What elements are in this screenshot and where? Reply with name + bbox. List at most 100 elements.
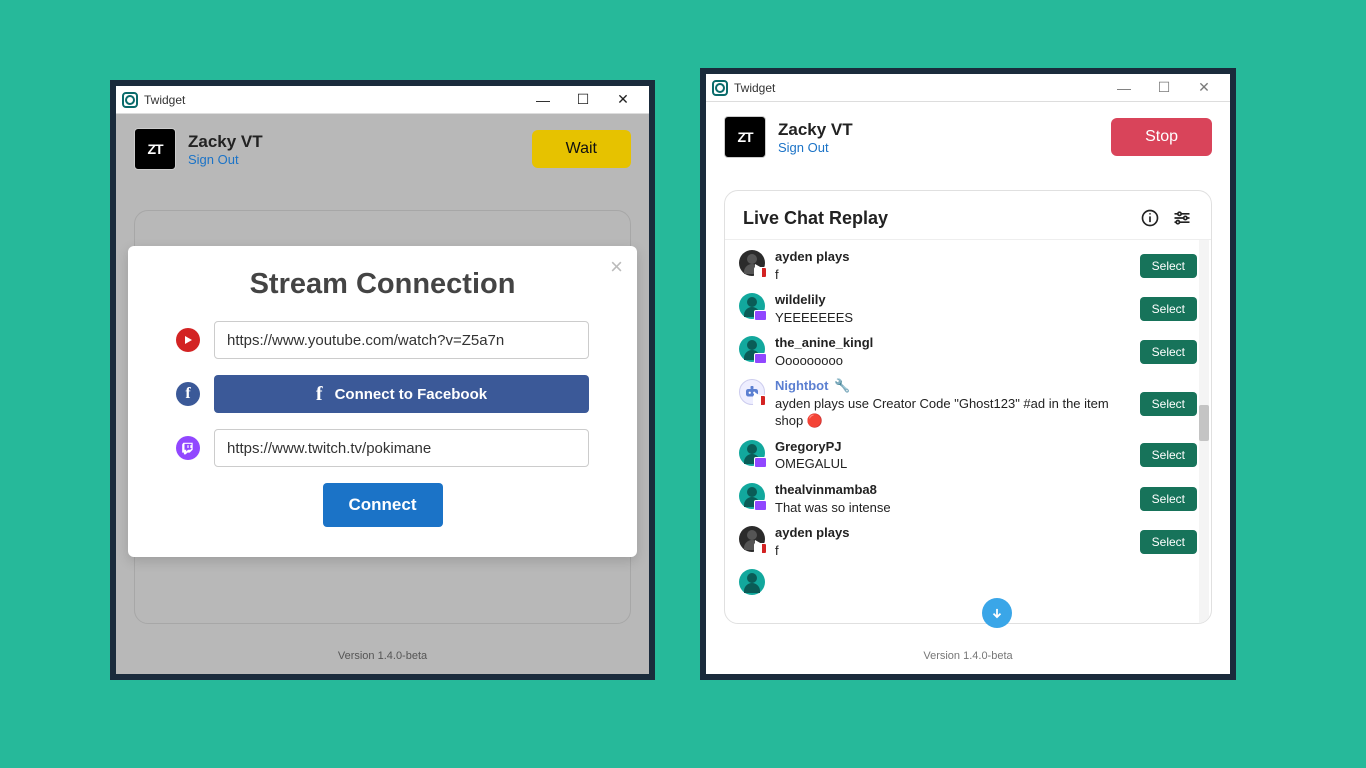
youtube-url-input[interactable] [214, 321, 589, 359]
select-button[interactable]: Select [1140, 297, 1197, 321]
modal-title: Stream Connection [176, 268, 589, 301]
twitch-icon [176, 436, 200, 460]
facebook-icon: f [176, 382, 200, 406]
chat-avatar [739, 336, 765, 362]
select-button[interactable]: Select [1140, 443, 1197, 467]
chat-list[interactable]: ayden playsfSelectwildelilyYEEEEEEESSele… [725, 239, 1211, 623]
chat-username: ayden plays [775, 248, 1134, 266]
chat-title: Live Chat Replay [743, 208, 1129, 229]
twitch-badge-icon [754, 353, 767, 364]
youtube-badge-icon [754, 543, 767, 554]
chat-row: Nightbot 🔧ayden plays use Creator Code "… [725, 373, 1211, 434]
app-window-left: Twidget — ☐ ✕ ZT Zacky VT Sign Out Wait … [110, 80, 655, 680]
facebook-row: f f Connect to Facebook [176, 375, 589, 413]
chat-avatar [739, 379, 765, 405]
chat-row: ayden playsfSelect [725, 520, 1211, 563]
titlebar: Twidget — ☐ ✕ [706, 74, 1230, 102]
chat-body: wildelilyYEEEEEEES [775, 291, 1140, 326]
chat-avatar [739, 526, 765, 552]
chat-body: ayden playsf [775, 248, 1140, 283]
youtube-badge-icon [754, 267, 767, 278]
app-icon [712, 80, 728, 96]
stop-button[interactable]: Stop [1111, 118, 1212, 156]
chat-body: ayden playsf [775, 524, 1140, 559]
app-body: ZT Zacky VT Sign Out Stop Live Chat Repl… [706, 102, 1230, 674]
select-button[interactable]: Select [1140, 487, 1197, 511]
chat-panel: Live Chat Replay ayden playsfSelectwilde… [724, 190, 1212, 624]
maximize-button[interactable]: ☐ [1144, 76, 1184, 100]
scroll-down-button[interactable] [982, 598, 1012, 628]
user-name: Zacky VT [778, 120, 1111, 140]
youtube-icon [176, 328, 200, 352]
wait-button[interactable]: Wait [532, 130, 631, 168]
twitch-url-input[interactable] [214, 429, 589, 467]
youtube-badge-icon [753, 395, 766, 406]
app-body-dimmed: ZT Zacky VT Sign Out Wait Version 1.4.0-… [116, 114, 649, 674]
chat-avatar [739, 569, 765, 595]
chat-avatar [739, 440, 765, 466]
facebook-button-label: Connect to Facebook [335, 386, 488, 403]
facebook-inline-icon: f [316, 383, 323, 406]
chat-username: thealvinmamba8 [775, 481, 1134, 499]
chat-body: thealvinmamba8That was so intense [775, 481, 1140, 516]
select-button[interactable]: Select [1140, 530, 1197, 554]
user-block: Zacky VT Sign Out [188, 132, 532, 167]
chat-row: GregoryPJOMEGALULSelect [725, 434, 1211, 477]
chat-message: That was so intense [775, 499, 1134, 517]
twitch-badge-icon [754, 500, 767, 511]
chat-username: GregoryPJ [775, 438, 1134, 456]
settings-icon[interactable] [1171, 207, 1193, 229]
app-title: Twidget [144, 93, 185, 107]
header-row: ZT Zacky VT Sign Out Wait [116, 114, 649, 178]
close-button[interactable]: ✕ [1184, 76, 1224, 100]
chat-avatar [739, 483, 765, 509]
app-title: Twidget [734, 81, 775, 95]
app-window-right: Twidget — ☐ ✕ ZT Zacky VT Sign Out Stop … [700, 68, 1236, 680]
version-label: Version 1.4.0-beta [116, 650, 649, 662]
chat-username: ayden plays [775, 524, 1134, 542]
chat-message: f [775, 266, 1134, 284]
info-icon[interactable] [1139, 207, 1161, 229]
chat-username: wildelily [775, 291, 1134, 309]
chat-message: ayden plays use Creator Code "Ghost123" … [775, 395, 1134, 430]
chat-row: the_anine_kinglOooooooooSelect [725, 330, 1211, 373]
select-button[interactable]: Select [1140, 254, 1197, 278]
chat-message: YEEEEEEES [775, 309, 1134, 327]
user-avatar: ZT [134, 128, 176, 170]
version-label: Version 1.4.0-beta [706, 650, 1230, 662]
connect-button[interactable]: Connect [323, 483, 443, 527]
chat-message: OMEGALUL [775, 455, 1134, 473]
chat-header: Live Chat Replay [725, 191, 1211, 239]
sign-out-link[interactable]: Sign Out [188, 152, 532, 167]
select-button[interactable]: Select [1140, 392, 1197, 416]
minimize-button[interactable]: — [523, 88, 563, 112]
chat-body: Nightbot 🔧ayden plays use Creator Code "… [775, 377, 1140, 430]
chat-avatar [739, 250, 765, 276]
chat-avatar [739, 293, 765, 319]
sign-out-link[interactable]: Sign Out [778, 140, 1111, 155]
twitch-badge-icon [754, 457, 767, 468]
chat-username: Nightbot 🔧 [775, 377, 1134, 395]
chat-username: the_anine_kingl [775, 334, 1134, 352]
user-name: Zacky VT [188, 132, 532, 152]
chat-row: wildelilyYEEEEEEESSelect [725, 287, 1211, 330]
app-icon [122, 92, 138, 108]
youtube-row [176, 321, 589, 359]
stream-connection-modal: × Stream Connection f f Connect to Faceb… [128, 246, 637, 557]
user-block: Zacky VT Sign Out [778, 120, 1111, 155]
titlebar: Twidget — ☐ ✕ [116, 86, 649, 114]
close-button[interactable]: ✕ [603, 88, 643, 112]
minimize-button[interactable]: — [1104, 76, 1144, 100]
chat-body: the_anine_kinglOoooooooo [775, 334, 1140, 369]
chat-row: thealvinmamba8That was so intenseSelect [725, 477, 1211, 520]
select-button[interactable]: Select [1140, 340, 1197, 364]
chat-body: GregoryPJOMEGALUL [775, 438, 1140, 473]
twitch-badge-icon [754, 310, 767, 321]
wrench-icon: 🔧 [834, 377, 850, 395]
modal-close-icon[interactable]: × [610, 254, 623, 280]
chat-message: Ooooooooo [775, 352, 1134, 370]
maximize-button[interactable]: ☐ [563, 88, 603, 112]
connect-facebook-button[interactable]: f Connect to Facebook [214, 375, 589, 413]
user-avatar: ZT [724, 116, 766, 158]
chat-message: f [775, 542, 1134, 560]
